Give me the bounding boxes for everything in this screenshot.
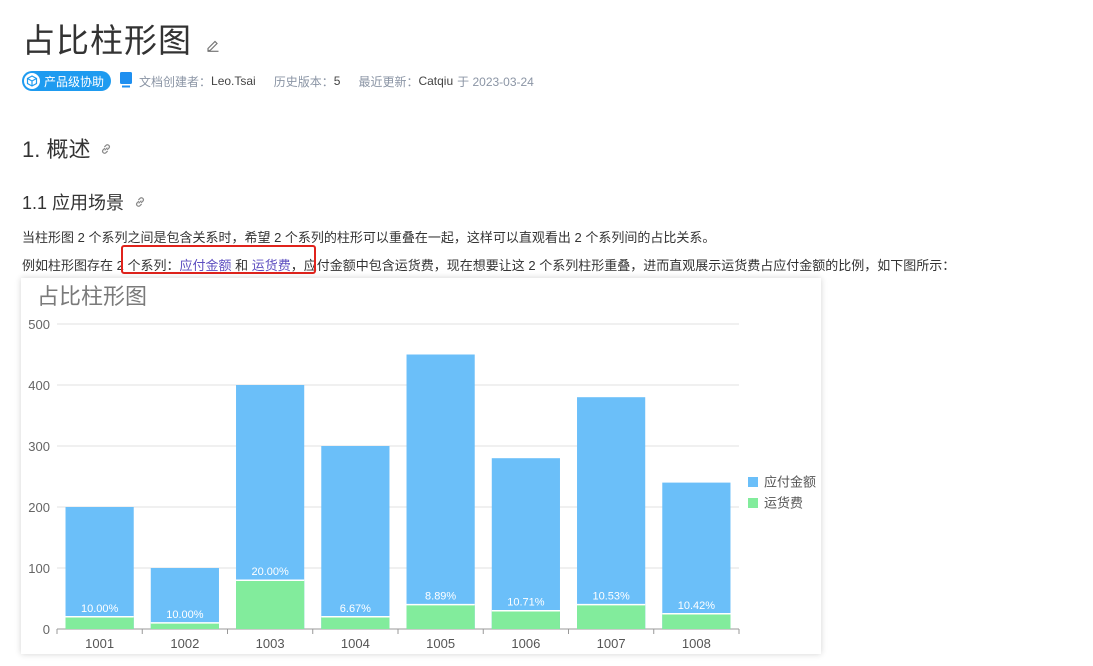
y-tick-label: 500: [28, 317, 50, 332]
collab-badge[interactable]: 产品级协助: [22, 71, 112, 91]
bar-amount-payable[interactable]: [406, 354, 475, 630]
bar-data-label: 20.00%: [251, 566, 289, 578]
bar-chart: 占比柱形图 10.00% 10.00% 20.00% 6.67% 8.89% 10.71%…: [28, 284, 816, 651]
x-tick-label: 1007: [597, 636, 626, 651]
bar-data-label: 8.89%: [425, 591, 456, 603]
x-tick-label: 1008: [682, 636, 711, 651]
chart-title: 占比柱形图: [37, 284, 147, 309]
link-icon[interactable]: [134, 192, 146, 213]
legend-label[interactable]: 运货费: [764, 496, 803, 511]
bar-data-label: 10.53%: [592, 591, 630, 603]
y-tick-label: 200: [28, 500, 50, 515]
edit-icon[interactable]: [206, 22, 220, 60]
bar-data-label: 10.00%: [166, 609, 204, 621]
cube-icon: [24, 73, 40, 89]
bar-freight[interactable]: [236, 580, 305, 629]
bar-data-label: 10.00%: [81, 603, 119, 615]
updated-date: 于 2023-03-24: [457, 74, 534, 89]
y-tick-label: 100: [28, 561, 50, 576]
document-icon: [120, 71, 133, 91]
x-tick-label: 1001: [85, 636, 114, 651]
link-icon[interactable]: [100, 135, 112, 161]
bar-freight[interactable]: [491, 610, 560, 629]
section-heading-text: 1. 概述: [22, 137, 91, 162]
chart-card: 占比柱形图 10.00% 10.00% 20.00% 6.67% 8.89% 10.71%…: [21, 278, 821, 654]
x-tick-label: 1004: [341, 636, 370, 651]
creator-label: 文档创建者：: [139, 74, 212, 89]
bar-data-label: 10.71%: [507, 597, 545, 609]
collab-badge-label: 产品级协助: [44, 74, 105, 89]
section-heading-overview: 1. 概述: [22, 132, 112, 164]
history-label: 历史版本：: [273, 74, 334, 89]
bar-amount-payable[interactable]: [321, 446, 390, 629]
bar-freight[interactable]: [321, 616, 390, 629]
highlight-box: [121, 245, 316, 274]
paragraph-text: ，应付金额中包含运货费，现在想要让这 2 个系列柱形重叠，进而直观展示运货费占应…: [290, 258, 956, 273]
bar-freight[interactable]: [65, 616, 134, 629]
bar-freight[interactable]: [577, 604, 646, 629]
page-title: 占比柱形图: [22, 14, 220, 62]
legend-label[interactable]: 应付金额: [764, 475, 816, 490]
updated-by[interactable]: Catqiu: [418, 74, 453, 88]
x-tick-label: 1006: [511, 636, 540, 651]
legend-swatch[interactable]: [748, 477, 758, 487]
x-tick-label: 1003: [256, 636, 285, 651]
bar-freight[interactable]: [662, 613, 731, 629]
bar-freight[interactable]: [150, 622, 219, 629]
creator-name[interactable]: Leo.Tsai: [211, 74, 256, 88]
x-tick-label: 1005: [426, 636, 455, 651]
y-tick-label: 300: [28, 439, 50, 454]
updated-label: 最近更新：: [358, 74, 419, 89]
y-tick-label: 0: [43, 622, 50, 637]
bar-data-label: 6.67%: [340, 603, 371, 615]
bar-freight[interactable]: [406, 604, 475, 629]
subsection-heading-text: 1.1 应用场景: [22, 193, 125, 213]
paragraph-intro: 当柱形图 2 个系列之间是包含关系时，希望 2 个系列的柱形可以重叠在一起，这样…: [22, 230, 716, 245]
doc-meta-row: 产品级协助 文档创建者： Leo.Tsai 历史版本： 5 最近更新： Catq…: [22, 71, 534, 91]
bar-data-label: 10.42%: [678, 600, 716, 612]
y-tick-label: 400: [28, 378, 50, 393]
section-heading-scenarios: 1.1 应用场景: [22, 189, 146, 215]
page-title-text: 占比柱形图: [22, 22, 192, 59]
x-tick-label: 1002: [170, 636, 199, 651]
legend-swatch[interactable]: [748, 498, 758, 508]
history-count[interactable]: 5: [334, 74, 341, 88]
